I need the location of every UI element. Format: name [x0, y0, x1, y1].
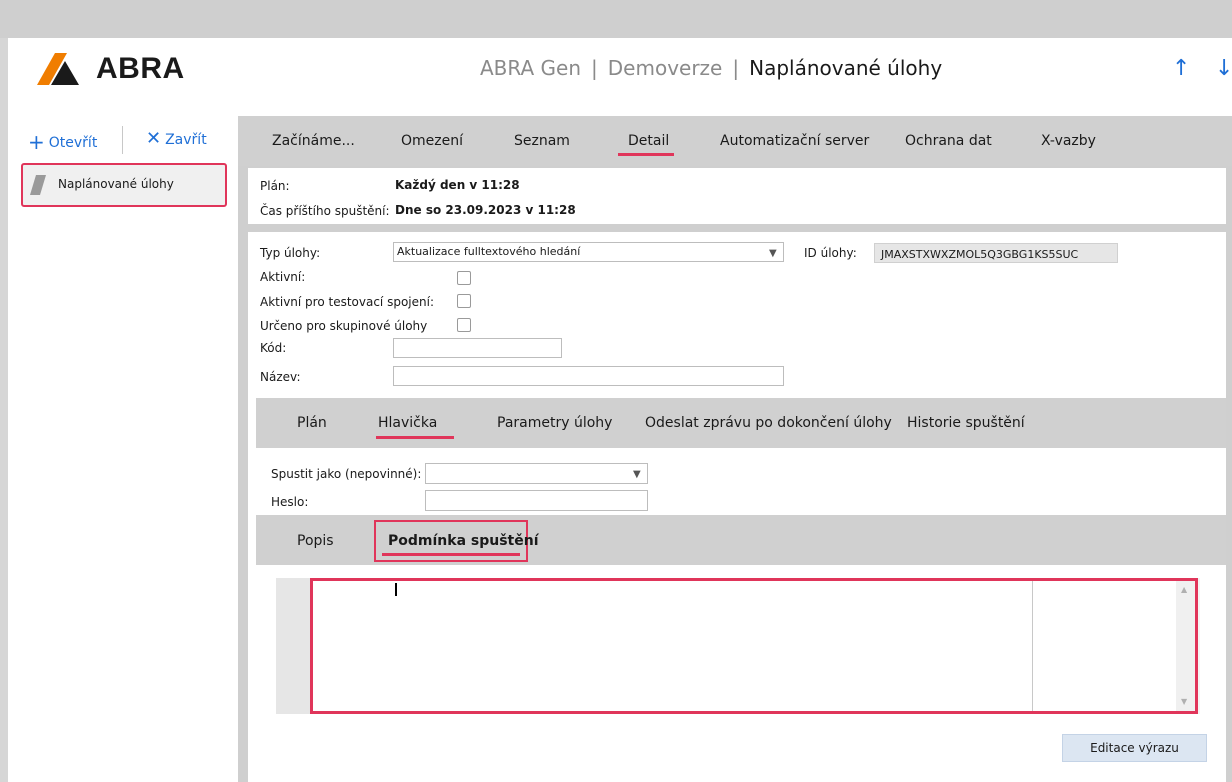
subtab-header[interactable]: Hlavička	[378, 415, 437, 431]
open-label: Otevřít	[48, 135, 98, 151]
tab-getting-started[interactable]: Začínáme...	[272, 133, 355, 149]
tab-list[interactable]: Seznam	[514, 133, 570, 149]
editor-gutter	[276, 578, 310, 714]
password-input[interactable]	[425, 490, 648, 511]
document-icon	[30, 175, 46, 195]
window-left-border	[0, 38, 8, 782]
sidebar-divider	[122, 126, 123, 154]
name-input[interactable]	[393, 366, 784, 386]
task-id-field: JMAXSTXWXZMOL5Q3GBG1KS5SUC	[874, 243, 1118, 263]
plan-label: Plán:	[260, 179, 290, 193]
code-label: Kód:	[260, 341, 287, 355]
subtab-plan[interactable]: Plán	[297, 415, 327, 431]
title-app: ABRA Gen	[480, 56, 582, 80]
subtab-parameters[interactable]: Parametry úlohy	[497, 415, 612, 431]
run-as-label: Spustit jako (nepovinné):	[271, 467, 422, 481]
plus-icon: +	[28, 130, 45, 154]
tab-run-condition[interactable]: Podmínka spuštění	[388, 533, 539, 549]
page-title: ABRA Gen | Demoverze | Naplánované úlohy	[480, 56, 942, 80]
abra-logo-icon	[37, 53, 79, 85]
run-as-select[interactable]	[425, 463, 648, 484]
title-separator: |	[591, 56, 598, 80]
active-description-tab-indicator	[382, 553, 520, 556]
close-button[interactable]: ✕ Zavřít	[146, 128, 207, 149]
arrow-up-icon[interactable]: ↑	[1172, 56, 1190, 81]
expression-editor[interactable]	[310, 578, 1198, 714]
task-type-label: Typ úlohy:	[260, 246, 321, 260]
group-task-label: Určeno pro skupinové úlohy	[260, 319, 428, 333]
close-icon: ✕	[146, 128, 162, 149]
open-button[interactable]: + Otevřít	[28, 128, 98, 154]
text-caret	[395, 583, 397, 596]
tab-data-protection[interactable]: Ochrana dat	[905, 133, 992, 149]
title-separator: |	[732, 56, 740, 80]
group-task-checkbox[interactable]	[457, 318, 471, 332]
title-module: Naplánované úlohy	[749, 56, 943, 80]
active-subtab-indicator	[376, 436, 454, 439]
edit-expression-button[interactable]: Editace výrazu	[1062, 734, 1207, 762]
tab-automation-server[interactable]: Automatizační server	[720, 133, 869, 149]
next-run-value: Dne so 23.09.2023 v 11:28	[395, 203, 576, 217]
active-checkbox[interactable]	[457, 271, 471, 285]
code-input[interactable]	[393, 338, 562, 358]
chevron-down-icon[interactable]: ▼	[769, 248, 777, 259]
task-id-label: ID úlohy:	[804, 246, 857, 260]
tab-description[interactable]: Popis	[297, 533, 334, 549]
scroll-down-icon[interactable]: ▼	[1181, 697, 1187, 706]
active-test-label: Aktivní pro testovací spojení:	[260, 295, 434, 309]
plan-value: Každý den v 11:28	[395, 178, 520, 192]
close-label: Zavřít	[165, 132, 207, 148]
arrow-down-icon[interactable]: ↓	[1215, 56, 1232, 81]
window-top-band	[0, 0, 1232, 38]
editor-divider	[1032, 581, 1033, 711]
name-label: Název:	[260, 370, 301, 384]
sidebar-item-label: Naplánované úlohy	[58, 177, 174, 191]
editor-scrollbar[interactable]: ▲ ▼	[1176, 581, 1195, 711]
active-test-checkbox[interactable]	[457, 294, 471, 308]
active-tab-indicator	[618, 153, 674, 156]
title-edition: Demoverze	[607, 56, 723, 80]
subtab-history[interactable]: Historie spuštění	[907, 415, 1025, 431]
chevron-down-icon[interactable]: ▼	[633, 469, 641, 480]
task-type-value: Aktualizace fulltextového hledání	[397, 245, 581, 258]
scroll-up-icon[interactable]: ▲	[1181, 585, 1187, 594]
password-label: Heslo:	[271, 495, 309, 509]
active-label: Aktivní:	[260, 270, 306, 284]
tab-x-links[interactable]: X-vazby	[1041, 133, 1096, 149]
tab-detail[interactable]: Detail	[628, 133, 669, 149]
logo-text: ABRA	[96, 52, 185, 85]
subtab-send-message[interactable]: Odeslat zprávu po dokončení úlohy	[645, 415, 892, 431]
tab-restrictions[interactable]: Omezení	[401, 133, 463, 149]
next-run-label: Čas příštího spuštění:	[260, 204, 390, 218]
